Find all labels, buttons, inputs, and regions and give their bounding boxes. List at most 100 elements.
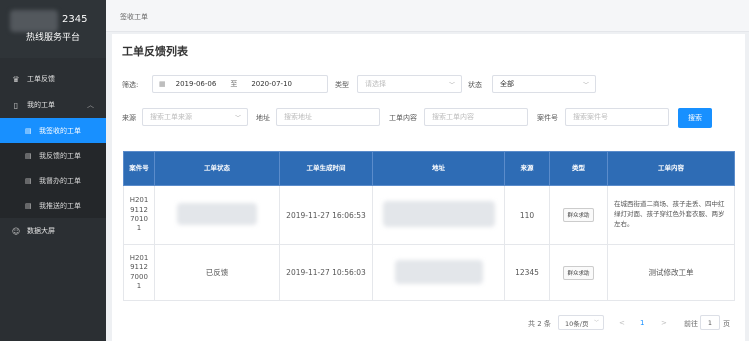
type-cell: 群众求助 xyxy=(549,244,608,301)
sidebar-item-label: 我推送的工单 xyxy=(39,201,81,210)
case-label: 案件号 xyxy=(537,114,558,122)
type-tag: 群众求助 xyxy=(563,208,594,222)
breadcrumb[interactable]: 签收工单 xyxy=(120,12,148,22)
source-select[interactable]: 搜索工单来源 ﹀ xyxy=(142,108,248,126)
file-icon: ▤ xyxy=(25,151,32,160)
user-icon: ☺ xyxy=(11,226,21,236)
case-id-part: 7000 xyxy=(130,272,148,281)
header-case-id: 案件号 xyxy=(123,151,155,186)
address-input[interactable]: 搜索地址 xyxy=(276,108,380,126)
sidebar-item-pushed-orders[interactable]: ▤ 我推送的工单 xyxy=(0,193,106,218)
prev-page-button[interactable]: < xyxy=(619,319,625,327)
table-header-row: 案件号 工单状态 工单生成时间 地址 来源 类型 工单内容 xyxy=(123,151,735,186)
header-source: 来源 xyxy=(504,151,550,186)
content-placeholder: 搜索工单内容 xyxy=(432,113,474,121)
table-row[interactable]: H201 9112 7010 1 2019-11-27 16:06:53 110… xyxy=(123,185,735,245)
case-id-part: H201 xyxy=(129,253,149,262)
case-id-part: 7010 xyxy=(130,215,148,223)
date-separator: 至 xyxy=(230,80,238,88)
content-input[interactable]: 搜索工单内容 xyxy=(424,108,528,126)
header-status: 工单状态 xyxy=(154,151,280,186)
sidebar-item-my-orders[interactable]: ▯ 我的工单 ︿ xyxy=(0,92,106,118)
sidebar-item-label: 我督办的工单 xyxy=(39,176,81,185)
goto-label: 前往 xyxy=(684,320,698,328)
sidebar-item-label: 工单反馈 xyxy=(27,75,55,83)
type-label: 类型 xyxy=(335,81,349,89)
page-number-current[interactable]: 1 xyxy=(640,319,644,327)
type-placeholder: 请选择 xyxy=(365,80,386,88)
document-icon: ▯ xyxy=(13,100,19,110)
chevron-down-icon: ﹀ xyxy=(448,81,455,89)
search-button[interactable]: 搜索 xyxy=(678,108,712,128)
file-icon: ▤ xyxy=(25,176,32,185)
status-value: 全部 xyxy=(500,80,514,88)
chevron-down-icon: ﹀ xyxy=(593,320,599,326)
content-label: 工单内容 xyxy=(389,114,417,122)
date-filter-label: 筛选: xyxy=(122,81,139,89)
date-start: 2019-06-06 xyxy=(175,80,217,88)
header-type: 类型 xyxy=(549,151,608,186)
file-icon: ▤ xyxy=(25,126,32,135)
chevron-down-icon: ﹀ xyxy=(582,81,589,89)
goto-page-input[interactable]: 1 xyxy=(700,315,720,330)
type-select[interactable]: 请选择 ﹀ xyxy=(357,75,462,93)
sidebar-item-label: 我的工单 xyxy=(27,101,55,109)
time-cell: 2019-11-27 16:06:53 xyxy=(279,185,373,245)
time-cell: 2019-11-27 10:56:03 xyxy=(279,244,373,301)
sidebar-item-label: 我反馈的工单 xyxy=(39,151,81,160)
case-id-part: 9112 xyxy=(130,263,148,272)
case-id-part: 1 xyxy=(136,281,142,290)
page-size-select[interactable]: 10条/页 ﹀ xyxy=(558,315,604,330)
case-id-part: H201 xyxy=(129,196,149,205)
type-cell: 群众求助 xyxy=(549,185,608,245)
status-label: 状态 xyxy=(468,81,482,89)
chevron-down-icon: ﹀ xyxy=(234,114,241,122)
address-label: 地址 xyxy=(256,114,270,122)
main-panel: 工单反馈列表 筛选: ▦ 2019-06-06 至 2020-07-10 类型 … xyxy=(112,34,745,341)
case-id-part: 9112 xyxy=(130,205,148,214)
page-title: 工单反馈列表 xyxy=(122,45,188,58)
redacted-status xyxy=(177,203,257,225)
status-cell xyxy=(154,185,280,245)
header-address: 地址 xyxy=(372,151,505,186)
pagination-total: 共 2 条 xyxy=(528,320,551,328)
source-label: 来源 xyxy=(122,114,136,122)
source-cell: 12345 xyxy=(504,244,550,301)
file-icon: ▤ xyxy=(25,201,32,210)
page-size-value: 10条/页 xyxy=(565,319,589,328)
brand-number: 2345 xyxy=(62,14,88,25)
source-placeholder: 搜索工单来源 xyxy=(150,113,192,121)
type-tag: 群众求助 xyxy=(563,265,594,280)
sidebar-item-dashboard[interactable]: ☺ 数据大屏 xyxy=(0,218,106,244)
date-range-picker[interactable]: ▦ 2019-06-06 至 2020-07-10 xyxy=(152,75,328,93)
address-cell xyxy=(372,244,505,301)
next-page-button[interactable]: > xyxy=(661,319,667,327)
content-cell: 在城西街道二商场、孩子走丢、四中红绿灯对面、孩子穿红色外套衣服、两岁左右。 xyxy=(607,185,735,245)
brand-logo-redacted xyxy=(10,10,58,32)
sidebar-item-supervised-orders[interactable]: ▤ 我督办的工单 xyxy=(0,168,106,193)
date-end: 2020-07-10 xyxy=(251,80,292,88)
crown-icon: ♛ xyxy=(12,74,20,84)
header-time: 工单生成时间 xyxy=(279,151,373,186)
sidebar: 2345 热线服务平台 ♛ 工单反馈 ▯ 我的工单 ︿ ▤ 我签收的工单 ▤ 我… xyxy=(0,0,106,341)
redacted-address xyxy=(382,201,495,227)
sidebar-item-label: 数据大屏 xyxy=(27,227,55,235)
status-select[interactable]: 全部 ﹀ xyxy=(492,75,596,93)
sidebar-nav: ♛ 工单反馈 ▯ 我的工单 ︿ ▤ 我签收的工单 ▤ 我反馈的工单 ▤ 我督办的… xyxy=(0,66,106,244)
case-input[interactable]: 搜索案件号 xyxy=(565,108,669,126)
case-id-cell: H201 9112 7000 1 xyxy=(123,244,155,301)
sidebar-item-feedback-orders[interactable]: ▤ 我反馈的工单 xyxy=(0,143,106,168)
sidebar-item-label: 我签收的工单 xyxy=(39,126,81,135)
header-content: 工单内容 xyxy=(607,151,735,186)
address-cell xyxy=(372,185,505,245)
case-id-cell: H201 9112 7010 1 xyxy=(123,185,155,245)
orders-table: 案件号 工单状态 工单生成时间 地址 来源 类型 工单内容 H201 9112 … xyxy=(123,151,735,301)
calendar-icon: ▦ xyxy=(159,80,166,88)
case-placeholder: 搜索案件号 xyxy=(573,113,608,121)
redacted-address xyxy=(394,259,483,284)
sidebar-item-signed-orders[interactable]: ▤ 我签收的工单 xyxy=(0,118,106,143)
source-cell: 110 xyxy=(504,185,550,245)
sidebar-item-feedback[interactable]: ♛ 工单反馈 xyxy=(0,66,106,92)
topbar: 签收工单 xyxy=(106,0,749,32)
table-row[interactable]: H201 9112 7000 1 已反馈 2019-11-27 10:56:03… xyxy=(123,244,735,301)
